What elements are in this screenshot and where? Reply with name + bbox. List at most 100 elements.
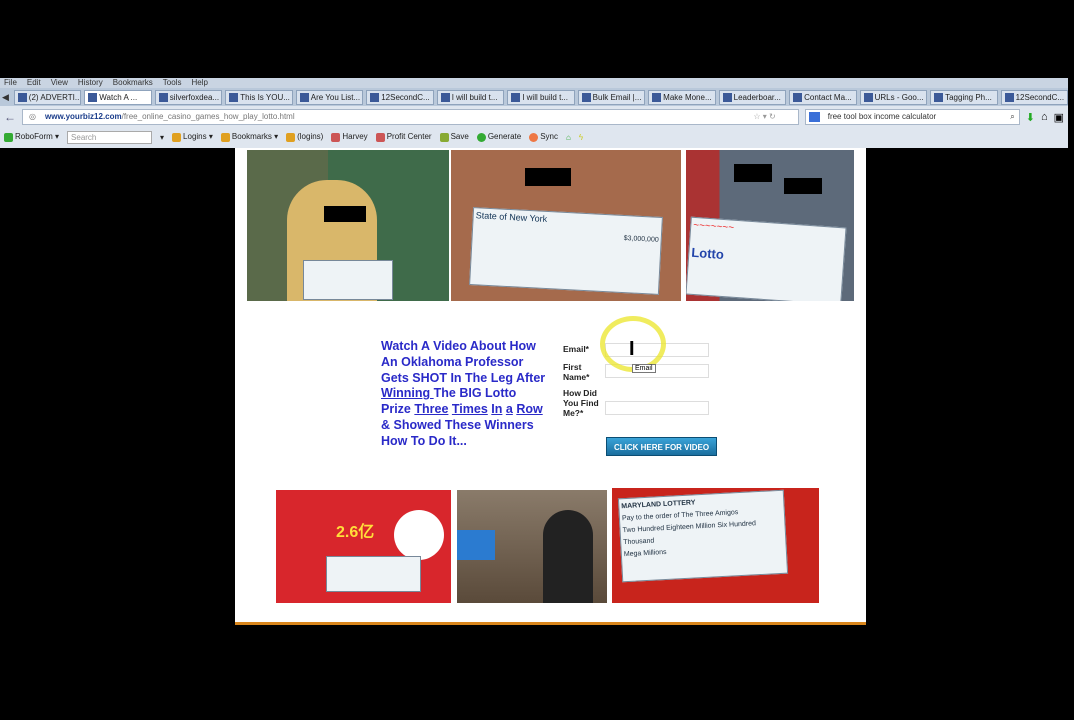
tab[interactable]: Are You List... xyxy=(295,89,364,105)
tab[interactable]: (2) ADVERTI... xyxy=(13,89,82,105)
tab[interactable]: Tagging Ph... xyxy=(930,89,998,105)
bookmark-star-icon[interactable]: ☆ ▾ ↻ xyxy=(753,110,775,124)
lotto-label: Lotto xyxy=(690,244,725,263)
cn-prize-amount: 2.6亿 xyxy=(336,524,375,541)
favicon-icon xyxy=(158,92,168,102)
how-found-label: How Did You Find Me?* xyxy=(563,388,599,418)
tab-label: Watch A ... xyxy=(99,92,138,102)
tab-label: Leaderboar... xyxy=(733,92,781,102)
tab-label: 12SecondC... xyxy=(1015,92,1065,102)
page-icon xyxy=(375,132,385,142)
sync-icon xyxy=(529,132,539,142)
menu-file[interactable]: File xyxy=(4,78,17,88)
favicon-icon xyxy=(863,92,873,102)
roboform-label: RoboForm ▾ xyxy=(15,132,60,142)
tab[interactable]: silverfoxdea... xyxy=(154,89,223,105)
tab[interactable]: Watch A ... xyxy=(84,89,152,105)
bookmark-label: Logins ▾ xyxy=(183,132,213,142)
how-found-input[interactable] xyxy=(605,401,709,415)
home-icon[interactable]: ⌂ xyxy=(1041,111,1048,123)
favicon-icon xyxy=(88,92,98,102)
winner-photo-2: State of New York $3,000,000 xyxy=(451,150,681,301)
bookmark-label: Profit Center xyxy=(386,132,432,142)
menu-help[interactable]: Help xyxy=(191,78,207,88)
url-bar[interactable]: ◎ www.yourbiz12.com/free_online_casino_ga… xyxy=(22,109,799,125)
tab-label: I will build t... xyxy=(451,92,498,102)
google-icon xyxy=(808,112,820,122)
bookmark-generate[interactable]: Generate xyxy=(476,132,521,142)
headline-word: Row xyxy=(516,402,543,417)
bookmark-label: Save xyxy=(450,132,469,142)
back-icon[interactable]: ← xyxy=(4,110,16,124)
tab[interactable]: This Is YOU... xyxy=(225,89,293,105)
menu-bar: File Edit View History Bookmarks Tools H… xyxy=(0,78,1068,88)
headline-word: Times xyxy=(451,402,488,417)
menu-edit[interactable]: Edit xyxy=(27,78,41,88)
star-icon xyxy=(220,132,230,142)
search-icon[interactable]: ⌕ xyxy=(1010,110,1014,124)
roboform-button[interactable]: RoboForm ▾ xyxy=(4,132,60,142)
navigation-bar: ← ◎ www.yourbiz12.com/free_online_casino_… xyxy=(0,106,1068,128)
globe-icon: ◎ xyxy=(29,112,36,121)
bolt-icon[interactable]: ϟ xyxy=(579,133,583,142)
tab[interactable]: Leaderboar... xyxy=(718,89,787,105)
tab[interactable]: Contact Ma... xyxy=(789,89,857,105)
menu-view[interactable]: View xyxy=(51,78,68,88)
headline-word: In xyxy=(491,402,503,417)
winner-photo-3: ~~~~~~~ Lotto xyxy=(686,150,854,301)
download-icon[interactable]: ⬇ xyxy=(1026,111,1035,124)
bookmark-logins2[interactable]: (logins) xyxy=(286,132,324,142)
addon-icon[interactable]: ▣ xyxy=(1054,111,1064,124)
headline-line: The BIG Lotto xyxy=(433,386,517,401)
favicon-icon xyxy=(581,92,591,102)
menu-bookmarks[interactable]: Bookmarks xyxy=(113,78,153,88)
md-check-title: MARYLAND LOTTERY xyxy=(621,499,696,511)
favicon-icon xyxy=(652,92,662,102)
menu-history[interactable]: History xyxy=(78,78,103,88)
tab-label: Contact Ma... xyxy=(804,92,852,102)
tab[interactable]: 12SecondC... xyxy=(366,89,434,105)
bookmark-label: (logins) xyxy=(297,132,324,142)
tab-label: Are You List... xyxy=(310,92,361,102)
bookmark-harvey[interactable]: Harvey xyxy=(331,132,368,142)
roboform-search[interactable]: Search xyxy=(67,130,153,144)
tab[interactable]: I will build t... xyxy=(436,89,505,105)
search-input[interactable]: free tool box income calculator ⌕ xyxy=(804,109,1020,125)
headline-line: How To Do It... xyxy=(381,433,467,448)
tab[interactable]: Bulk Email |... xyxy=(577,89,646,105)
click-here-for-video-button[interactable]: CLICK HERE FOR VIDEO xyxy=(606,437,717,456)
winner-photo-5 xyxy=(457,490,607,603)
page-icon xyxy=(331,132,341,142)
tab-label: Tagging Ph... xyxy=(945,92,992,102)
bookmark-profit-center[interactable]: Profit Center xyxy=(375,132,432,142)
menu-tools[interactable]: Tools xyxy=(163,78,182,88)
favicon-icon xyxy=(299,92,309,102)
email-label: Email* xyxy=(563,344,589,354)
tab-label: silverfoxdea... xyxy=(169,92,220,102)
bookmark-logins[interactable]: Logins ▾ xyxy=(172,132,213,142)
bookmark-sync[interactable]: Sync xyxy=(529,132,558,142)
favicon-icon xyxy=(17,92,27,102)
save-icon xyxy=(439,132,449,142)
tab[interactable]: Make Mone... xyxy=(648,89,716,105)
tab-label: URLs - Goo... xyxy=(874,92,924,102)
tab[interactable]: 12SecondC... xyxy=(1000,89,1069,105)
ny-check-title: State of New York xyxy=(475,210,548,224)
tab-label: This Is YOU... xyxy=(240,92,290,102)
favicon-icon xyxy=(229,92,239,102)
tab[interactable]: I will build t... xyxy=(507,89,575,105)
bookmark-bookmarks[interactable]: Bookmarks ▾ xyxy=(220,132,278,142)
video-headline[interactable]: Watch A Video About How An Oklahoma Prof… xyxy=(381,339,561,450)
headline-word: Prize xyxy=(381,402,415,417)
favicon-icon xyxy=(511,92,521,102)
web-page: State of New York $3,000,000 ~~~~~~~ Lotto… xyxy=(235,148,866,625)
md-check-memo: Mega Millions xyxy=(623,548,667,559)
md-check-amount: Two Hundred Eighteen Million Six Hundred… xyxy=(622,520,757,547)
dropdown-icon[interactable]: ▾ xyxy=(160,133,164,142)
bookmark-label: Harvey xyxy=(342,132,368,142)
home-bookmark-icon[interactable]: ⌂ xyxy=(566,133,571,142)
bookmark-save[interactable]: Save xyxy=(439,132,469,142)
tab[interactable]: URLs - Goo... xyxy=(859,89,928,105)
favicon-icon xyxy=(793,92,803,102)
tab-scroll-left-icon[interactable]: ◀ xyxy=(2,92,11,103)
